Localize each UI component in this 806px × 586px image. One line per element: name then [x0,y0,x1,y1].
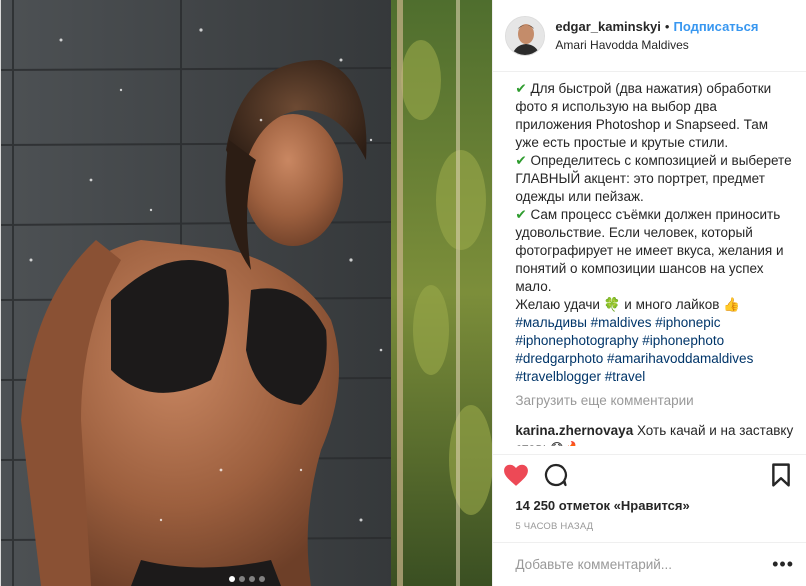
hashtag-link[interactable]: #travelblogger [515,369,601,384]
hashtag-link[interactable]: #travel [605,369,646,384]
hashtag-link[interactable]: #maldives [591,315,652,330]
carousel-dot [258,576,265,582]
carousel-indicator [1,576,492,582]
carousel-dot [238,576,245,582]
comment-input[interactable] [515,557,773,572]
post-sidebar: edgar_kaminskyi • Подписаться Amari Havo… [492,0,806,586]
bookmark-icon-shape [772,462,790,487]
caption-line: ✔ Сам процесс съёмки должен приносить уд… [515,206,794,296]
comment-emoji: 😱🔥 [550,441,581,446]
caption: ✔ Для быстрой (два нажатия) обработки фо… [515,80,794,386]
add-comment-bar: ••• [493,542,806,586]
check-icon: ✔ [515,153,527,168]
comment-icon[interactable] [543,462,569,488]
caption-text: Для быстрой (два нажатия) обработки фото… [515,81,772,150]
action-bar [493,454,806,494]
hashtag-link[interactable]: #мальдивы [515,315,587,330]
hashtag-link[interactable]: #dredgarphoto [515,351,603,366]
load-more-comments-button[interactable]: Загрузить еще комментарии [515,392,794,410]
location-link[interactable]: Amari Havodda Maldives [555,36,758,54]
avatar[interactable] [505,15,546,56]
photo-image [1,0,493,586]
carousel-dot [248,576,255,582]
comment-icon-shape [545,463,568,486]
hashtags: #мальдивы #maldives #iphonepic #iphoneph… [515,314,794,386]
likes-count[interactable]: 14 250 отметок «Нравится» [493,494,806,513]
heart-icon[interactable] [503,462,529,488]
comment: karina.zhernovaya Хоть качай и на застав… [515,422,794,446]
caption-text: Сам процесс съёмки должен приносить удов… [515,207,784,294]
avatar-image [506,16,545,55]
post: edgar_kaminskyi • Подписаться Amari Havo… [0,0,806,586]
hashtag-link[interactable]: #iphonephotography [515,333,638,348]
caption-line: ✔ Определитесь с композицией и выберете … [515,152,794,206]
hashtag-link[interactable]: #iphonepic [655,315,720,330]
caption-text: Определитесь с композицией и выберете ГЛ… [515,153,792,204]
post-timestamp[interactable]: 5 часов назад [493,513,806,542]
caption-wish: Желаю удачи 🍀 и много лайков 👍 [515,296,794,314]
post-photo[interactable] [1,0,493,586]
bookmark-icon[interactable] [768,462,794,488]
comments-list: ✔ Для быстрой (два нажатия) обработки фо… [493,72,806,446]
check-icon: ✔ [515,207,527,222]
heart-icon-shape [504,464,529,486]
thumbs-up-icon: 👍 [723,297,740,312]
comment-username-link[interactable]: karina.zhernovaya [515,423,633,438]
wish-text: Желаю удачи [515,297,604,312]
caption-line: ✔ Для быстрой (два нажатия) обработки фо… [515,80,794,152]
header-line: edgar_kaminskyi • Подписаться [555,18,758,36]
separator: • [664,18,670,34]
follow-button[interactable]: Подписаться [673,18,758,36]
clover-icon: 🍀 [603,297,621,312]
wish-text: и много лайков [620,297,724,312]
hashtag-link[interactable]: #amarihavoddamaldives [607,351,753,366]
username-link[interactable]: edgar_kaminskyi [555,18,661,36]
more-options-icon[interactable]: ••• [772,554,794,575]
hashtag-link[interactable]: #iphonephoto [642,333,724,348]
post-header: edgar_kaminskyi • Подписаться Amari Havo… [493,0,806,72]
carousel-dot [228,576,235,582]
header-text: edgar_kaminskyi • Подписаться Amari Havo… [555,18,758,54]
check-icon: ✔ [515,81,527,96]
